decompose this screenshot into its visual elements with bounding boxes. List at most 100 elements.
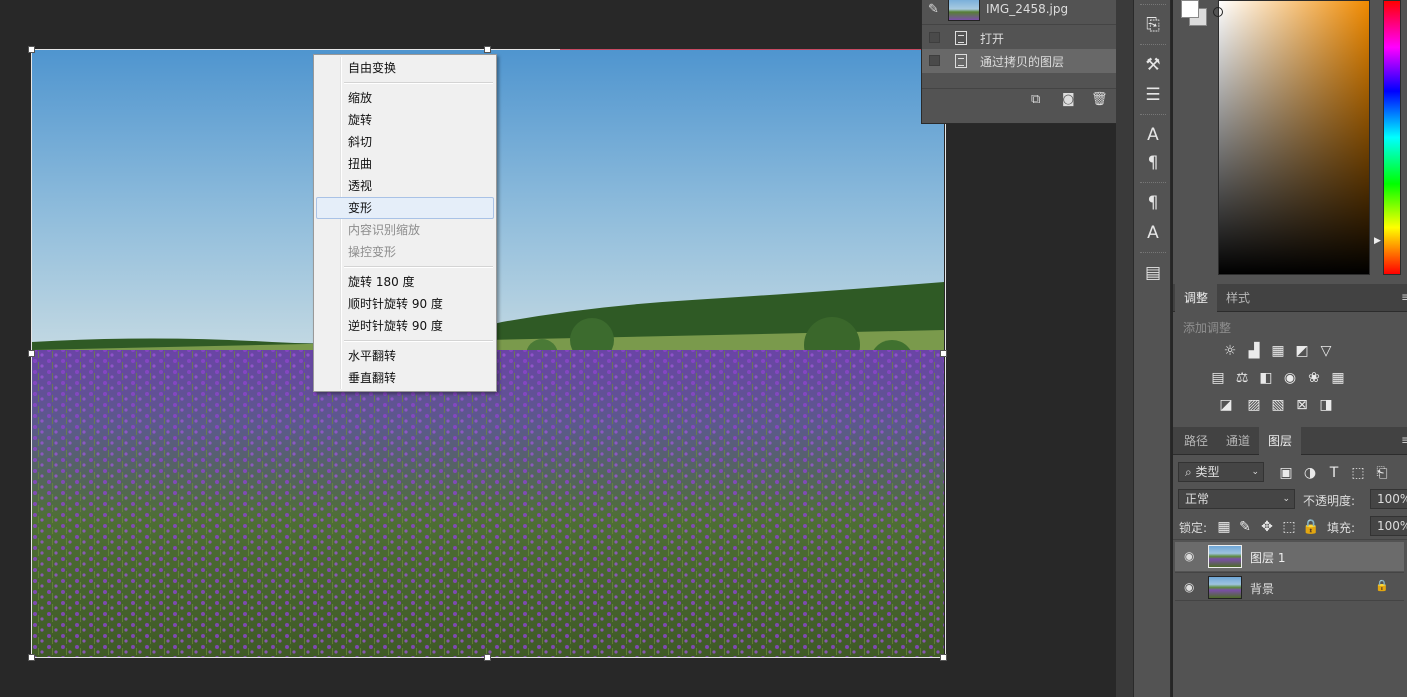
lock-image-pixels-icon[interactable]: ✎ xyxy=(1236,519,1254,535)
lock-artboard-icon[interactable]: ⬚ xyxy=(1280,519,1298,535)
menu-item-rotate-90-ccw[interactable]: 逆时针旋转 90 度 xyxy=(314,315,496,337)
menu-item-label: 透视 xyxy=(348,179,373,193)
eye-icon[interactable]: ◉ xyxy=(1184,549,1198,563)
vibrance-icon[interactable]: ▽ xyxy=(1317,343,1335,359)
lock-position-icon[interactable]: ✥ xyxy=(1258,519,1276,535)
hue-slider-arrow-icon[interactable]: ▶ xyxy=(1374,236,1381,246)
menu-item-skew[interactable]: 斜切 xyxy=(314,131,496,153)
menu-item-content-aware-scale: 内容识别缩放 xyxy=(314,219,496,241)
transform-handle-top-left[interactable] xyxy=(28,46,35,53)
layer-name[interactable]: 背景 xyxy=(1250,580,1274,597)
transform-handle-middle-right[interactable] xyxy=(940,350,947,357)
menu-separator xyxy=(314,263,496,271)
menu-item-rotate[interactable]: 旋转 xyxy=(314,109,496,131)
tab-channels[interactable]: 通道 xyxy=(1217,427,1259,455)
menu-item-free-transform[interactable]: 自由变换 xyxy=(314,57,496,79)
levels-icon[interactable]: ▟ xyxy=(1245,343,1263,359)
layer-thumbnail xyxy=(1208,576,1242,599)
camera-snapshot-icon[interactable]: ◙ xyxy=(1062,92,1075,107)
menu-item-puppet-warp: 操控变形 xyxy=(314,241,496,263)
lock-label: 锁定: xyxy=(1179,521,1208,535)
tab-styles[interactable]: 样式 xyxy=(1217,284,1259,312)
blend-mode-select[interactable]: 正常 ⌄ xyxy=(1178,489,1295,509)
menu-item-flip-vertical[interactable]: 垂直翻转 xyxy=(314,367,496,389)
transform-handle-middle-left[interactable] xyxy=(28,350,35,357)
selective-color-icon[interactable]: ◨ xyxy=(1317,397,1335,413)
paragraph-styles-icon[interactable]: ¶ xyxy=(1142,192,1164,214)
brush-settings-icon[interactable]: ☰ xyxy=(1142,84,1164,106)
panel-menu-icon[interactable]: ≡ xyxy=(1401,290,1407,304)
layer-filter-kind-select[interactable]: ⌕ 类型 ⌄ xyxy=(1178,462,1264,482)
gradient-map-icon[interactable]: ⊠ xyxy=(1293,397,1311,413)
snapshot-thumbnail xyxy=(948,0,980,21)
chevron-down-icon: ⌄ xyxy=(1282,494,1290,504)
transform-handle-bottom-left[interactable] xyxy=(28,654,35,661)
tab-adjustments[interactable]: 调整 xyxy=(1175,284,1218,312)
color-lookup-icon[interactable]: ▦ xyxy=(1329,370,1347,386)
tab-paths[interactable]: 路径 xyxy=(1175,427,1217,455)
history-source-checkbox[interactable] xyxy=(929,32,940,43)
photo-filter-icon[interactable]: ◉ xyxy=(1281,370,1299,386)
menu-item-rotate-180[interactable]: 旋转 180 度 xyxy=(314,271,496,293)
transform-context-menu: 自由变换 缩放 旋转 斜切 扭曲 透视 变形 内容识别缩放 操控变形 旋转 18… xyxy=(313,54,497,392)
menu-item-label: 顺时针旋转 90 度 xyxy=(348,297,443,311)
color-saturation-field[interactable] xyxy=(1213,0,1370,275)
transform-handle-bottom-center[interactable] xyxy=(484,654,491,661)
character-styles-icon[interactable]: A xyxy=(1142,222,1164,244)
exposure-icon[interactable]: ◩ xyxy=(1293,343,1311,359)
new-document-from-state-icon[interactable]: ⧉ xyxy=(1031,92,1040,107)
panel-menu-icon[interactable]: ≡ xyxy=(1401,433,1407,447)
filter-smart-object-icon[interactable]: ⎗ xyxy=(1373,465,1391,481)
menu-item-rotate-90-cw[interactable]: 顺时针旋转 90 度 xyxy=(314,293,496,315)
filter-shape-icon[interactable]: ⬚ xyxy=(1349,465,1367,481)
brush-presets-icon[interactable]: ⚒ xyxy=(1142,54,1164,76)
color-balance-icon[interactable]: ⚖ xyxy=(1233,370,1251,386)
filter-type-icon[interactable]: T xyxy=(1325,465,1343,481)
hue-saturation-icon[interactable]: ▤ xyxy=(1209,370,1227,386)
clone-source-icon[interactable]: ⎘ xyxy=(1142,14,1164,36)
foreground-color-swatch[interactable] xyxy=(1181,0,1199,18)
history-step-current[interactable]: 通过拷贝的图层 xyxy=(922,49,1116,73)
fill-value: 100% xyxy=(1377,519,1407,533)
fill-field[interactable]: 100% xyxy=(1370,516,1407,536)
lock-transparent-pixels-icon[interactable]: ▦ xyxy=(1215,519,1233,535)
opacity-field[interactable]: 100% xyxy=(1370,489,1407,509)
history-brush-icon[interactable]: ✎ xyxy=(928,2,939,17)
menu-item-label: 水平翻转 xyxy=(348,349,397,363)
brightness-contrast-icon[interactable]: ☼ xyxy=(1221,343,1239,359)
posterize-icon[interactable]: ▨ xyxy=(1245,397,1263,413)
paragraph-icon[interactable]: ¶ xyxy=(1142,152,1164,174)
notes-icon[interactable]: ▤ xyxy=(1142,262,1164,284)
menu-item-perspective[interactable]: 透视 xyxy=(314,175,496,197)
invert-icon[interactable]: ◪ xyxy=(1217,397,1235,413)
transform-handle-bottom-right[interactable] xyxy=(940,654,947,661)
history-source-checkbox[interactable] xyxy=(929,55,940,66)
tab-layers[interactable]: 图层 xyxy=(1259,427,1302,455)
color-picker-cursor[interactable] xyxy=(1213,7,1223,17)
menu-item-warp[interactable]: 变形 xyxy=(314,197,496,219)
foreground-background-swatches[interactable] xyxy=(1181,0,1207,28)
curves-icon[interactable]: ▦ xyxy=(1269,343,1287,359)
lock-all-icon[interactable]: 🔒 xyxy=(1302,519,1320,535)
menu-item-label: 旋转 180 度 xyxy=(348,275,415,289)
filter-pixel-icon[interactable]: ▣ xyxy=(1277,465,1295,481)
layer-row[interactable]: ◉ 背景 🔒 xyxy=(1175,572,1404,601)
threshold-icon[interactable]: ▧ xyxy=(1269,397,1287,413)
menu-item-flip-horizontal[interactable]: 水平翻转 xyxy=(314,345,496,367)
menu-item-scale[interactable]: 缩放 xyxy=(314,87,496,109)
search-icon: ⌕ xyxy=(1185,465,1196,479)
channel-mixer-icon[interactable]: ❀ xyxy=(1305,370,1323,386)
layer-name[interactable]: 图层 1 xyxy=(1250,549,1285,566)
hue-slider[interactable] xyxy=(1383,0,1401,275)
character-icon[interactable]: A xyxy=(1142,124,1164,146)
trash-icon[interactable]: 🗑 xyxy=(1091,92,1108,107)
layer-row-selected[interactable]: ◉ 图层 1 xyxy=(1175,542,1404,571)
history-step-label: 打开 xyxy=(980,32,1005,46)
black-white-icon[interactable]: ◧ xyxy=(1257,370,1275,386)
history-step[interactable]: 打开 xyxy=(922,26,1116,50)
eye-icon[interactable]: ◉ xyxy=(1184,580,1198,594)
menu-item-distort[interactable]: 扭曲 xyxy=(314,153,496,175)
transform-handle-top-center[interactable] xyxy=(484,46,491,53)
filter-adjustment-icon[interactable]: ◑ xyxy=(1301,465,1319,481)
history-snapshot[interactable]: ✎ IMG_2458.jpg xyxy=(922,0,1116,24)
